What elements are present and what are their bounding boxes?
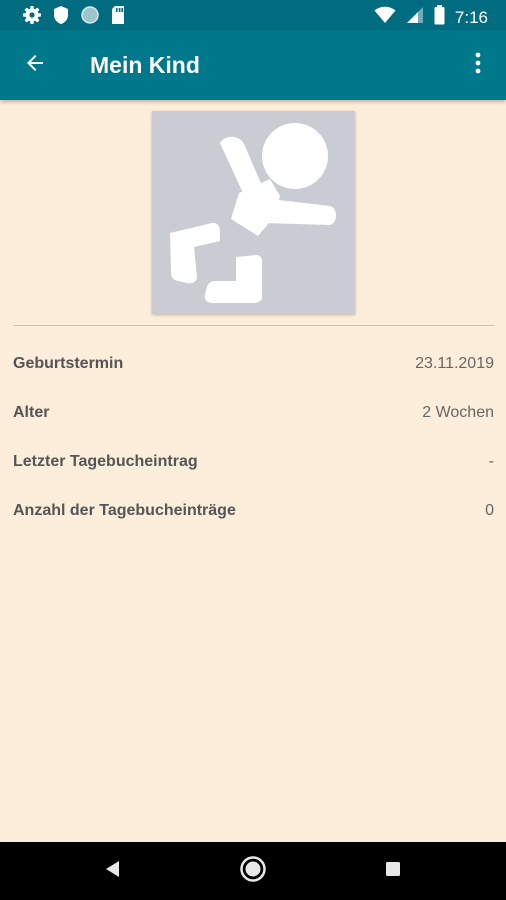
more-vert-icon bbox=[474, 51, 482, 80]
circle-icon bbox=[80, 5, 100, 30]
nav-recents-icon bbox=[384, 860, 402, 883]
gear-icon bbox=[22, 5, 42, 30]
detail-label: Letzter Tagebucheintrag bbox=[13, 453, 198, 470]
detail-row-due-date: Geburtstermin 23.11.2019 bbox=[13, 349, 494, 379]
cell-signal-icon bbox=[406, 6, 424, 29]
detail-row-entry-count: Anzahl der Tagebucheinträge 0 bbox=[13, 496, 494, 526]
detail-row-age: Alter 2 Wochen bbox=[13, 398, 494, 428]
shield-icon bbox=[52, 5, 70, 30]
nav-back-button[interactable] bbox=[93, 851, 133, 891]
detail-value: - bbox=[488, 453, 494, 470]
wifi-icon bbox=[374, 6, 396, 29]
detail-label: Alter bbox=[13, 404, 50, 421]
detail-value: 0 bbox=[485, 502, 494, 519]
nav-home-icon bbox=[239, 855, 267, 888]
nav-back-icon bbox=[104, 859, 122, 884]
battery-icon bbox=[434, 5, 445, 30]
nav-home-button[interactable] bbox=[233, 851, 273, 891]
app-bar: Mein Kind bbox=[0, 30, 506, 100]
baby-icon bbox=[152, 123, 355, 318]
sd-card-icon bbox=[110, 5, 126, 30]
child-avatar[interactable] bbox=[152, 111, 355, 314]
arrow-left-icon bbox=[23, 51, 47, 80]
detail-label: Geburtstermin bbox=[13, 355, 124, 372]
system-nav-bar bbox=[0, 842, 506, 900]
back-button[interactable] bbox=[14, 44, 56, 86]
page-title: Mein Kind bbox=[90, 52, 200, 78]
status-time: 7:16 bbox=[454, 7, 488, 27]
status-bar: 7:16 bbox=[0, 0, 506, 30]
divider bbox=[13, 325, 494, 326]
status-icons-right: 7:16 bbox=[374, 5, 488, 30]
status-icons-left bbox=[22, 5, 126, 30]
detail-value: 2 Wochen bbox=[422, 404, 494, 421]
nav-recents-button[interactable] bbox=[373, 851, 413, 891]
detail-row-last-entry: Letzter Tagebucheintrag - bbox=[13, 447, 494, 477]
overflow-menu-button[interactable] bbox=[462, 44, 494, 86]
detail-value: 23.11.2019 bbox=[415, 355, 494, 372]
detail-label: Anzahl der Tagebucheinträge bbox=[13, 502, 236, 519]
